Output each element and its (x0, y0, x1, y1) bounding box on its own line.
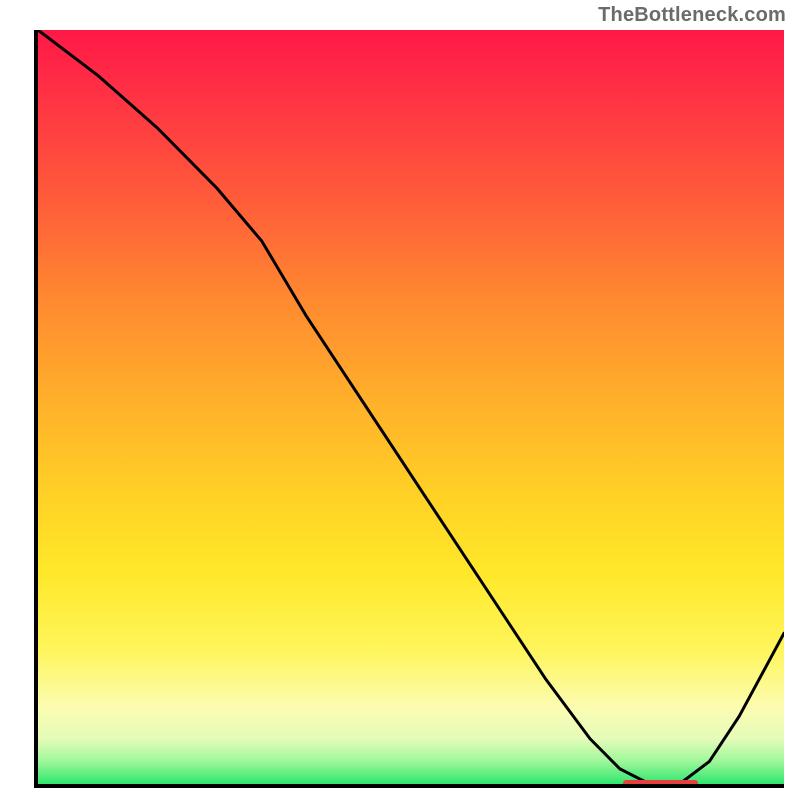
attribution-text: TheBottleneck.com (598, 4, 786, 27)
chart-frame: TheBottleneck.com (0, 0, 800, 800)
plot-area (34, 30, 784, 788)
trough-marker (623, 780, 698, 786)
bottleneck-curve (38, 30, 784, 784)
